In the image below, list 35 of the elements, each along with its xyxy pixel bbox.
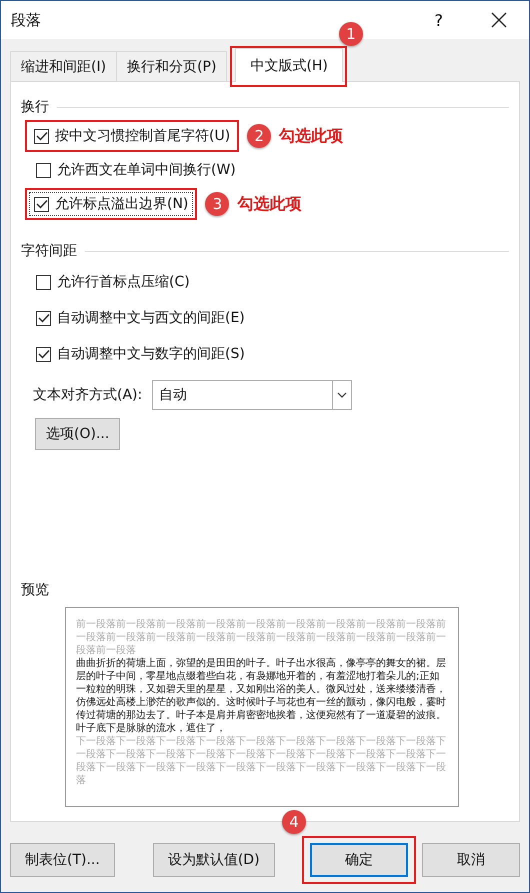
checkbox[interactable] xyxy=(34,196,49,212)
preview-text: 前一段落前一段落前一段落前一段落前一段落前一段落前一段落前一段落前一段落前一段落前一段落前一段落前一段落前一段落前一段落前一段落前一段落前一段落前一段落前一段落 xyxy=(76,618,447,657)
window-title: 段落 xyxy=(11,10,42,30)
checkbox[interactable] xyxy=(36,274,51,290)
dialog-button[interactable]: 确定 xyxy=(310,843,408,877)
group-title: 字符间距 xyxy=(21,242,77,260)
step-badge: 2 xyxy=(247,124,272,148)
annotation-note: 勾选此项 xyxy=(237,194,302,214)
checkbox-option[interactable]: 允许西文在单词中间换行(W) xyxy=(31,158,241,182)
annotation-note: 勾选此项 xyxy=(279,126,344,146)
checkbox-option[interactable]: 允许标点溢出边界(N) xyxy=(29,192,194,216)
help-button[interactable]: ? xyxy=(428,10,449,30)
checkbox[interactable] xyxy=(34,128,49,144)
step-badge: 4 xyxy=(282,810,306,834)
step-badge: 3 xyxy=(205,192,230,216)
checkbox[interactable] xyxy=(36,310,51,326)
checkbox-option[interactable]: 自动调整中文与西文的间距(E) xyxy=(31,306,250,330)
group-title: 预览 xyxy=(21,581,49,599)
field-label: 文本对齐方式(A): xyxy=(33,386,142,404)
checkbox[interactable] xyxy=(36,346,51,362)
preview-text: 曲曲折折的荷塘上面，弥望的是田田的叶子。叶子出水很高，像亭亭的舞女的裙。层层的叶子中间，零星地点缀着些白花，有袅娜地开着的，有羞涩地打着朵儿的;正如一粒粒的明珠，又如碧天里的星星，又如刚出浴的美人。微风过处，送来缕缕清香，仿佛远处高楼上渺茫的歌声似的。这时候叶子与花也有一丝的颤动，像闪电般，霎时传过荷塘的那边去了。叶子本是肩并肩密密地挨着，这便宛然有了一道凝碧的波痕。叶子底下是脉脉的流水，遮住了， xyxy=(76,657,447,735)
tab[interactable]: 缩进和间距(I) xyxy=(10,51,118,81)
tab[interactable]: 中文版式(H) xyxy=(235,48,343,82)
preview-text: 下一段落下一段落下一段落下一段落下一段落下一段落下一段落下一段落下一段落下一段落下一段落下一段落下一段落下一段落下一段落下一段落下一段落下一段落下一段落下一段落下一段落下一段落下一段落下一段落下一段落下一段落下一段落下一段落 xyxy=(76,735,447,787)
options-button[interactable]: 选项(O)... xyxy=(35,418,120,450)
dialog-button[interactable]: 取消 xyxy=(422,843,520,877)
dialog-button[interactable]: 制表位(T)... xyxy=(10,843,115,877)
checkbox-option[interactable]: 自动调整中文与数字的间距(S) xyxy=(31,342,250,366)
alignment-dropdown[interactable]: 自动 xyxy=(152,380,352,410)
dialog-button[interactable]: 设为默认值(D) xyxy=(152,843,275,877)
checkbox-option[interactable]: 允许行首标点压缩(C) xyxy=(31,270,195,294)
group-title: 换行 xyxy=(21,98,49,116)
tab[interactable]: 换行和分页(P) xyxy=(116,51,228,81)
checkbox[interactable] xyxy=(36,162,51,178)
checkbox-option[interactable]: 按中文习惯控制首尾字符(U) xyxy=(29,124,236,148)
